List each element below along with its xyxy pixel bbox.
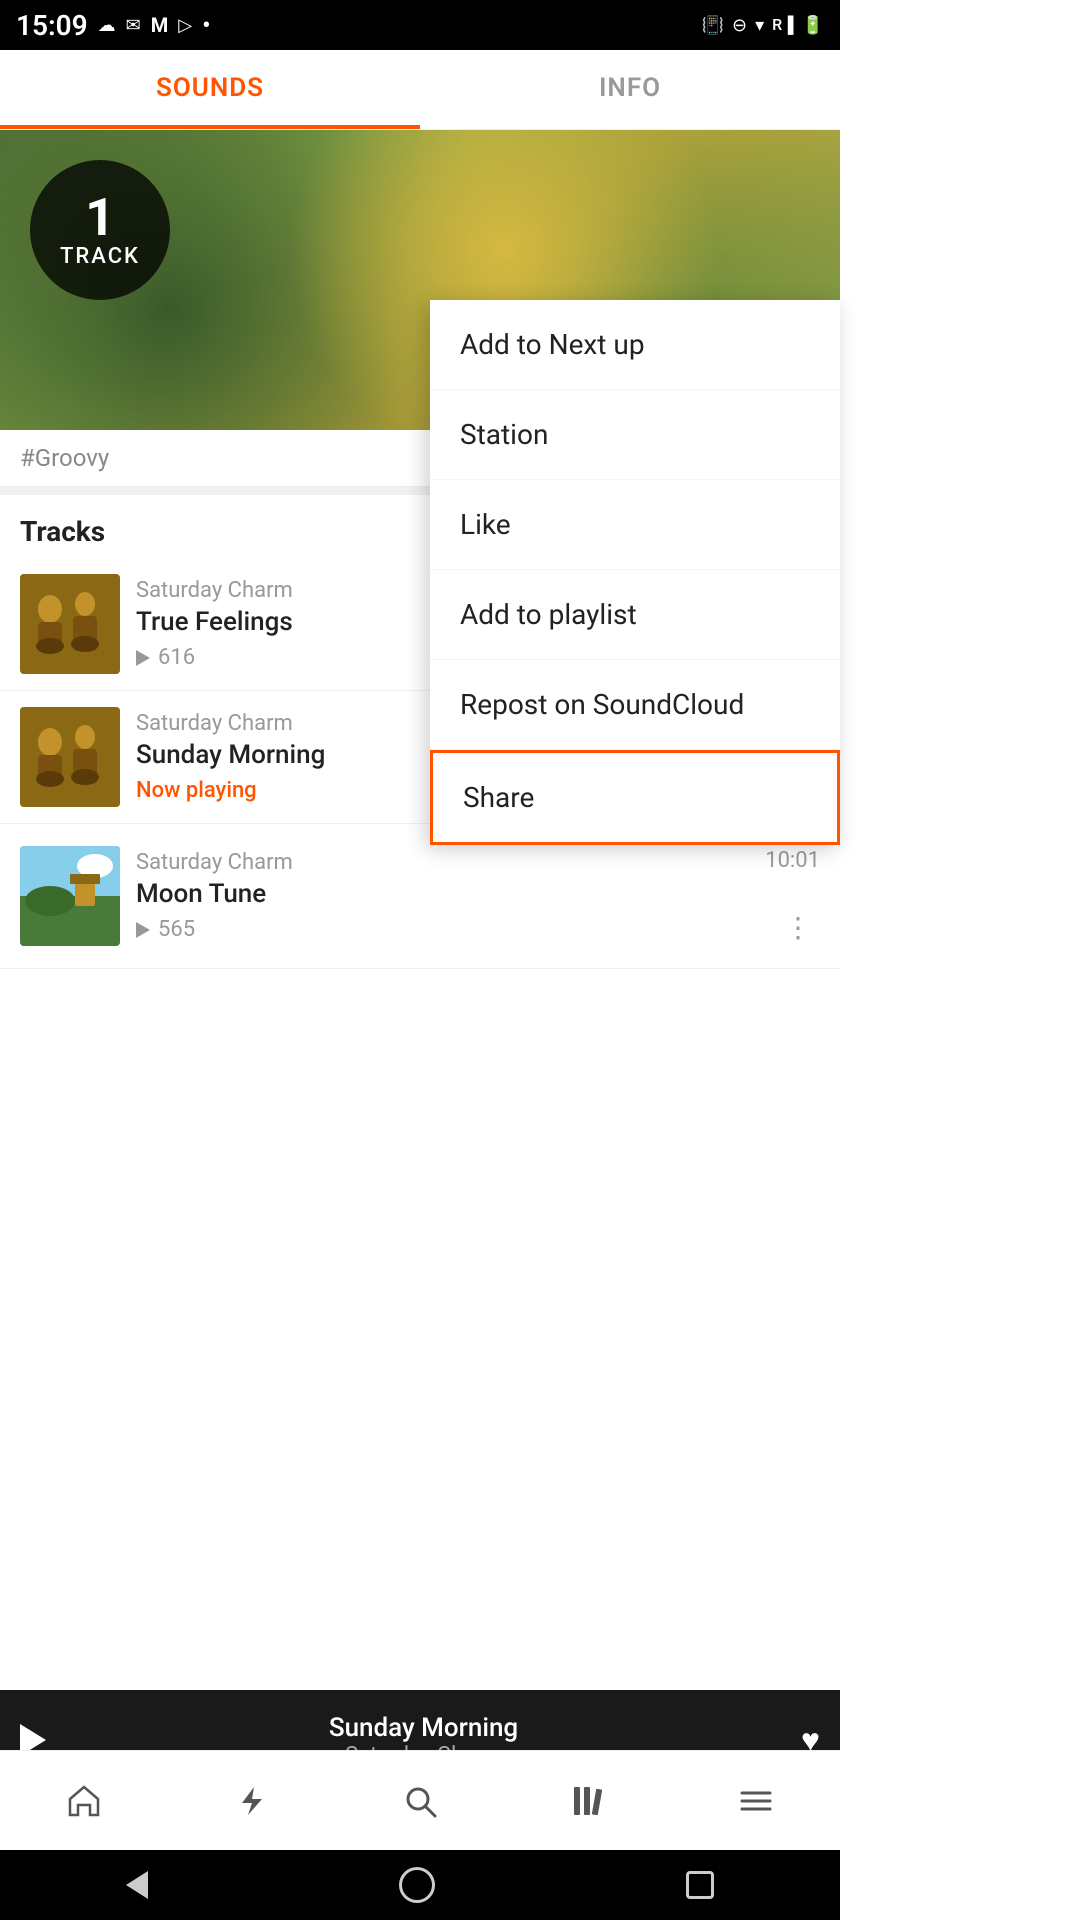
lightning-icon <box>234 1783 270 1819</box>
search-icon <box>402 1783 438 1819</box>
dot-icon: • <box>202 11 210 39</box>
nav-library[interactable] <box>548 1761 628 1841</box>
recents-button[interactable] <box>686 1871 714 1899</box>
nav-home[interactable] <box>44 1761 124 1841</box>
soundcloud-icon: ☁ <box>98 15 116 36</box>
track-title: Moon Tune <box>136 879 749 909</box>
context-like[interactable]: Like <box>430 480 840 570</box>
battery-icon: 🔋 <box>802 15 824 36</box>
signal-icon: R▐ <box>772 15 793 35</box>
track-art-musicians <box>20 574 120 674</box>
track-art-landscape <box>20 846 120 946</box>
home-sys-icon <box>399 1867 435 1903</box>
tabs: SOUNDS INFO <box>0 50 840 130</box>
tab-sounds[interactable]: SOUNDS <box>0 50 420 129</box>
play-count-icon <box>136 650 150 666</box>
home-button[interactable] <box>399 1867 435 1903</box>
status-left: 15:09 ☁ ✉ M ▷ • <box>16 9 210 42</box>
context-add-next[interactable]: Add to Next up <box>430 300 840 390</box>
track-artist: Saturday Charm <box>136 850 749 875</box>
library-icon <box>570 1783 606 1819</box>
track-plays: 565 <box>136 917 749 942</box>
home-icon <box>66 1783 102 1819</box>
track-info: Saturday Charm Moon Tune 565 <box>136 850 749 942</box>
track-more-button[interactable] <box>776 903 820 952</box>
status-bar: 15:09 ☁ ✉ M ▷ • 📳 ⊖ ▾ R▐ 🔋 <box>0 0 840 50</box>
status-time: 15:09 <box>16 9 88 42</box>
back-button[interactable] <box>126 1871 148 1899</box>
dnd-icon: ⊖ <box>732 15 747 36</box>
system-nav <box>0 1850 840 1920</box>
play-count: 616 <box>158 645 195 670</box>
list-item[interactable]: Saturday Charm Moon Tune 565 10:01 <box>0 824 840 969</box>
nav-search[interactable] <box>380 1761 460 1841</box>
bottom-nav <box>0 1750 840 1850</box>
track-count-badge: 1 TRACK <box>30 160 170 300</box>
track-count-label: TRACK <box>60 244 140 269</box>
back-icon <box>126 1871 148 1899</box>
context-station[interactable]: Station <box>430 390 840 480</box>
vibrate-icon: 📳 <box>702 15 724 36</box>
context-share[interactable]: Share <box>430 750 840 845</box>
track-thumbnail <box>20 707 120 807</box>
context-add-playlist[interactable]: Add to playlist <box>430 570 840 660</box>
tab-info[interactable]: INFO <box>420 50 840 129</box>
gmail-icon: ✉ <box>126 15 141 36</box>
medium-icon: M <box>151 13 169 37</box>
track-thumbnail <box>20 846 120 946</box>
recents-icon <box>686 1871 714 1899</box>
track-art-musicians-2 <box>20 707 120 807</box>
now-playing-title: Sunday Morning <box>62 1713 785 1743</box>
play-count: 565 <box>158 917 195 942</box>
play-count-icon <box>136 922 150 938</box>
context-menu: Add to Next up Station Like Add to playl… <box>430 300 840 845</box>
menu-icon <box>738 1783 774 1819</box>
wifi-icon: ▾ <box>755 15 764 36</box>
track-count-number: 1 <box>85 192 115 244</box>
pushbullet-icon: ▷ <box>178 15 192 36</box>
nav-menu[interactable] <box>716 1761 796 1841</box>
track-thumbnail <box>20 574 120 674</box>
status-right: 📳 ⊖ ▾ R▐ 🔋 <box>702 15 824 36</box>
nav-stream[interactable] <box>212 1761 292 1841</box>
context-repost[interactable]: Repost on SoundCloud <box>430 660 840 750</box>
